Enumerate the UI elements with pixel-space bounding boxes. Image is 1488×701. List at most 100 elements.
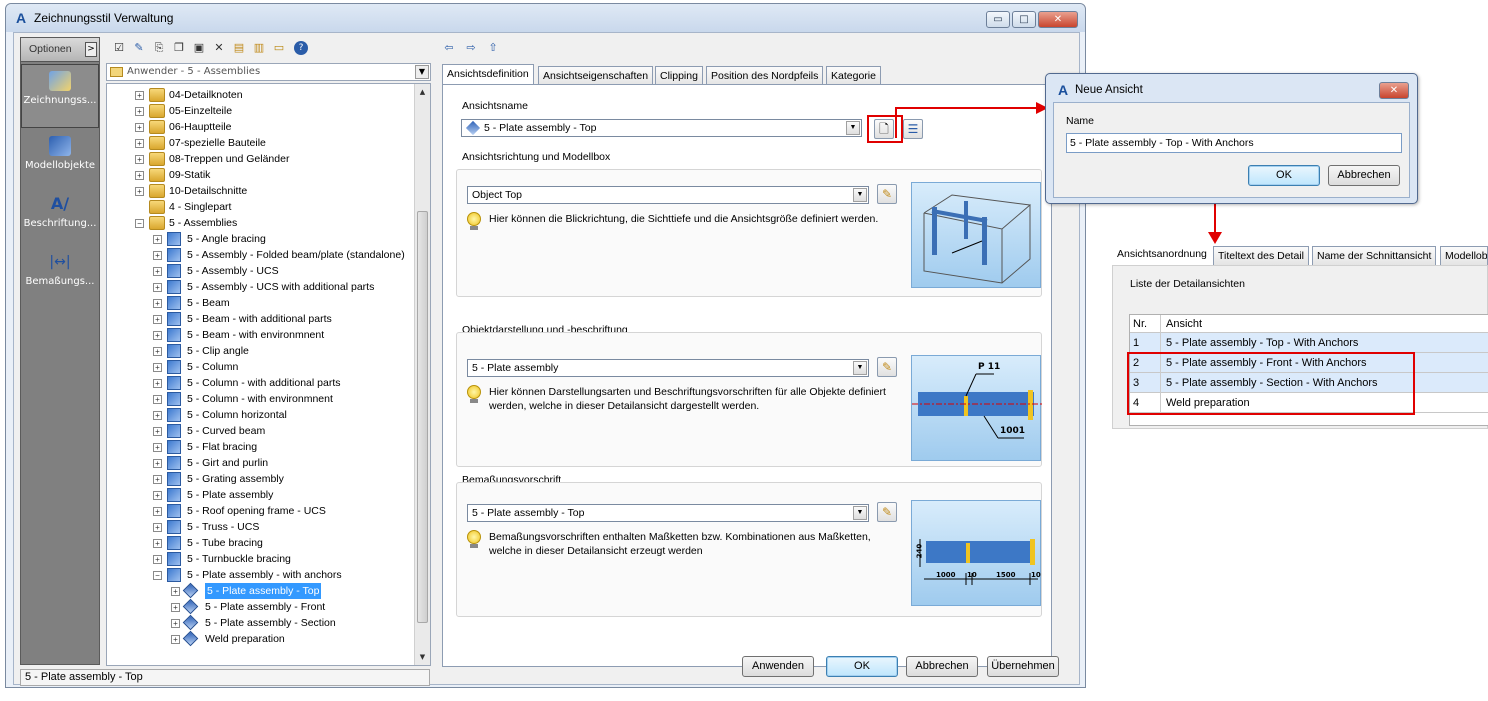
close-button[interactable]: ✕ xyxy=(1038,11,1078,28)
help-icon[interactable]: ? xyxy=(294,41,308,55)
monitor-icon[interactable]: ▭ xyxy=(272,41,286,55)
tree-filter-combo[interactable]: Anwender - 5 - Assemblies ▼ xyxy=(106,63,431,81)
checkbox-icon[interactable]: ☑ xyxy=(112,41,126,55)
paste-icon[interactable]: ▣ xyxy=(192,41,206,55)
expand-icon[interactable]: + xyxy=(135,139,144,148)
dialog-close-button[interactable]: ✕ xyxy=(1379,82,1409,99)
assembly-icon xyxy=(167,408,181,422)
tree-item-label: 5 - Column - with additional parts xyxy=(187,377,341,389)
expand-icon[interactable]: + xyxy=(135,123,144,132)
title-bar[interactable]: A Zeichnungsstil Verwaltung ▭ □ ✕ xyxy=(6,4,1085,32)
expand-icon[interactable]: + xyxy=(153,411,162,420)
view-name-combo[interactable]: 5 - Plate assembly - Top ▼ xyxy=(461,119,862,137)
expand-icon[interactable]: + xyxy=(153,347,162,356)
options-button[interactable]: Optionen > xyxy=(21,38,99,62)
table-row[interactable]: 1 5 - Plate assembly - Top - With Anchors xyxy=(1130,333,1488,353)
scroll-down-icon[interactable]: ▼ xyxy=(416,651,429,664)
tree-item-label: 5 - Grating assembly xyxy=(187,473,284,485)
expand-icon[interactable]: + xyxy=(153,331,162,340)
col-header-view: Ansicht xyxy=(1166,318,1203,330)
folder-icon xyxy=(149,184,165,198)
expand-icon[interactable]: + xyxy=(153,251,162,260)
expand-icon[interactable]: + xyxy=(171,587,180,596)
cancel-button[interactable]: Abbrechen xyxy=(906,656,978,677)
tab-category[interactable]: Kategorie xyxy=(826,66,881,85)
expand-icon[interactable]: + xyxy=(153,363,162,372)
tab-clipping[interactable]: Clipping xyxy=(655,66,703,85)
sidebar-item-label: Bemaßungs... xyxy=(25,276,95,287)
expand-icon[interactable]: + xyxy=(153,379,162,388)
apply-button[interactable]: Anwenden xyxy=(742,656,814,677)
expand-icon[interactable]: + xyxy=(135,91,144,100)
expand-icon[interactable]: + xyxy=(153,475,162,484)
chevron-down-icon[interactable]: ▼ xyxy=(853,361,867,375)
import-icon[interactable]: ▤ xyxy=(232,41,246,55)
back-arrow-icon[interactable]: ⇦ xyxy=(442,41,456,55)
collapse-icon[interactable]: − xyxy=(153,571,162,580)
edit-icon[interactable]: ✎ xyxy=(132,41,146,55)
chevron-down-icon[interactable]: ▼ xyxy=(846,121,860,135)
tab-detail-title[interactable]: Titeltext des Detail xyxy=(1213,246,1309,265)
tab-section-name[interactable]: Name der Schnittansicht xyxy=(1312,246,1437,265)
edit-display-button[interactable]: ✎ xyxy=(877,357,897,377)
chevron-right-icon[interactable]: > xyxy=(85,42,97,57)
name-input[interactable]: 5 - Plate assembly - Top - With Anchors xyxy=(1066,133,1402,153)
new-icon[interactable]: ⎘ xyxy=(152,41,166,55)
minimize-button[interactable]: ▭ xyxy=(986,11,1010,28)
expand-icon[interactable]: + xyxy=(153,459,162,468)
expand-icon[interactable]: + xyxy=(153,555,162,564)
maximize-button[interactable]: □ xyxy=(1012,11,1036,28)
expand-icon[interactable]: + xyxy=(153,491,162,500)
expand-icon[interactable]: + xyxy=(153,315,162,324)
expand-icon[interactable]: + xyxy=(135,171,144,180)
sidebar-item-drawing-styles[interactable]: Zeichnungss... xyxy=(21,64,99,128)
dialog-ok-button[interactable]: OK xyxy=(1248,165,1320,186)
expand-icon[interactable]: + xyxy=(135,187,144,196)
chevron-down-icon[interactable]: ▼ xyxy=(415,65,429,79)
collapse-icon[interactable]: − xyxy=(135,219,144,228)
expand-icon[interactable]: + xyxy=(153,283,162,292)
tab-view-arrangement[interactable]: Ansichtsanordnung xyxy=(1112,244,1212,263)
ok-button[interactable]: OK xyxy=(826,656,898,677)
accept-button[interactable]: Übernehmen xyxy=(987,656,1059,677)
expand-icon[interactable]: + xyxy=(171,635,180,644)
expand-icon[interactable]: + xyxy=(135,155,144,164)
sidebar-item-dimensioning[interactable]: |↔| Bemaßungs... xyxy=(21,246,99,310)
expand-icon[interactable]: + xyxy=(171,619,180,628)
delete-icon[interactable]: ✕ xyxy=(212,41,226,55)
tab-model-objects[interactable]: Modellobj xyxy=(1440,246,1488,265)
tree-scrollbar[interactable]: ▲ ▼ xyxy=(414,84,430,665)
expand-icon[interactable]: + xyxy=(153,267,162,276)
chevron-down-icon[interactable]: ▼ xyxy=(853,506,867,520)
expand-icon[interactable]: + xyxy=(153,299,162,308)
export-icon[interactable]: ▥ xyxy=(252,41,266,55)
view-direction-combo[interactable]: Object Top ▼ xyxy=(467,186,869,204)
sidebar-item-model-objects[interactable]: Modellobjekte xyxy=(21,130,99,194)
tab-view-definition[interactable]: Ansichtsdefinition xyxy=(442,64,534,85)
copy-icon[interactable]: ❐ xyxy=(172,41,186,55)
expand-icon[interactable]: + xyxy=(153,235,162,244)
scrollbar-thumb[interactable] xyxy=(417,211,428,623)
expand-icon[interactable]: + xyxy=(153,523,162,532)
forward-arrow-icon[interactable]: ⇨ xyxy=(464,41,478,55)
expand-icon[interactable]: + xyxy=(153,507,162,516)
sidebar-item-labeling[interactable]: A/ Beschriftung... xyxy=(21,188,99,252)
expand-icon[interactable]: + xyxy=(135,107,144,116)
edit-dimension-button[interactable]: ✎ xyxy=(877,502,897,522)
expand-icon[interactable]: + xyxy=(153,395,162,404)
expand-icon[interactable]: + xyxy=(171,603,180,612)
scroll-up-icon[interactable]: ▲ xyxy=(416,86,429,99)
up-arrow-icon[interactable]: ⇧ xyxy=(486,41,500,55)
style-tree[interactable]: +04-Detailknoten +05-Einzelteile +06-Haupt… xyxy=(106,83,431,666)
dimension-rule-combo[interactable]: 5 - Plate assembly - Top ▼ xyxy=(467,504,869,522)
tab-north-arrow[interactable]: Position des Nordpfeils xyxy=(706,66,824,85)
expand-icon[interactable]: + xyxy=(153,443,162,452)
tab-view-properties[interactable]: Ansichtseigenschaften xyxy=(538,66,654,85)
dialog-cancel-button[interactable]: Abbrechen xyxy=(1328,165,1400,186)
object-display-combo[interactable]: 5 - Plate assembly ▼ xyxy=(467,359,869,377)
chevron-down-icon[interactable]: ▼ xyxy=(853,188,867,202)
expand-icon[interactable]: + xyxy=(153,539,162,548)
dim-label: 240 xyxy=(915,543,924,559)
edit-direction-button[interactable]: ✎ xyxy=(877,184,897,204)
expand-icon[interactable]: + xyxy=(153,427,162,436)
